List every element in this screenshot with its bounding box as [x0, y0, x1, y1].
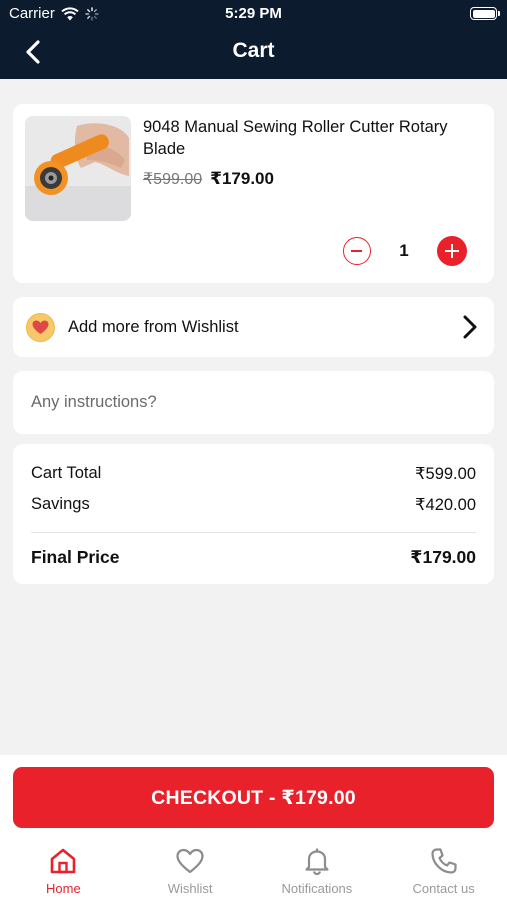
tab-notifications[interactable]: Notifications	[254, 838, 381, 900]
status-bar: Carrier 5:29 PM	[0, 0, 507, 28]
phone-icon	[431, 848, 457, 874]
bell-icon	[305, 848, 329, 876]
final-price-value: ₹179.00	[410, 547, 476, 567]
chevron-right-icon	[460, 314, 480, 340]
price-row: ₹599.00 ₹179.00	[143, 169, 274, 189]
add-from-wishlist-row[interactable]: Add more from Wishlist	[13, 297, 494, 357]
tab-home[interactable]: Home	[0, 838, 127, 900]
original-price: ₹599.00	[143, 171, 203, 188]
tab-wishlist-label: Wishlist	[167, 881, 213, 896]
quantity-value: 1	[399, 241, 409, 260]
final-price-row: Final Price ₹179.00	[31, 547, 476, 568]
tab-contact-us[interactable]: Contact us	[380, 838, 507, 900]
cart-total-row: Cart Total ₹599.00	[31, 464, 476, 484]
cart-total-value: ₹599.00	[415, 465, 476, 483]
savings-label: Savings	[31, 495, 90, 513]
tab-bar: Home Wishlist Notifications Contact us	[0, 838, 507, 900]
cart-total-label: Cart Total	[31, 464, 102, 482]
wishlist-link-label: Add more from Wishlist	[68, 318, 239, 336]
savings-value: ₹420.00	[415, 496, 476, 514]
instructions-card	[13, 371, 494, 434]
tab-contact-us-label: Contact us	[412, 881, 475, 896]
top-bar: Carrier 5:29 PM Cart	[0, 0, 507, 79]
product-image[interactable]	[25, 116, 131, 221]
heart-icon	[26, 313, 55, 342]
price-summary-card: Cart Total ₹599.00 Savings ₹420.00 Final…	[13, 444, 494, 584]
tab-home-label: Home	[46, 881, 81, 896]
heart-outline-icon	[176, 848, 204, 874]
quantity-stepper: 1	[343, 236, 467, 266]
summary-divider	[31, 532, 476, 533]
product-name[interactable]: 9048 Manual Sewing Roller Cutter Rotary …	[143, 116, 463, 160]
home-icon	[51, 848, 76, 874]
checkout-button[interactable]: CHECKOUT - ₹179.00	[13, 767, 494, 828]
page-title: Cart	[232, 39, 275, 62]
tab-notifications-label: Notifications	[281, 881, 353, 896]
cart-screen: Carrier 5:29 PM Cart 9048 Manual Sewing …	[0, 0, 507, 900]
cart-item-card: 9048 Manual Sewing Roller Cutter Rotary …	[13, 104, 494, 283]
status-time: 5:29 PM	[225, 5, 282, 22]
increase-quantity-button[interactable]	[437, 236, 467, 266]
tab-wishlist[interactable]: Wishlist	[127, 838, 254, 900]
savings-row: Savings ₹420.00	[31, 495, 476, 515]
decrease-quantity-button[interactable]	[343, 237, 371, 265]
instructions-input[interactable]	[13, 371, 494, 434]
final-price-label: Final Price	[31, 547, 120, 567]
battery-icon	[470, 7, 500, 20]
discounted-price: ₹179.00	[210, 169, 274, 188]
